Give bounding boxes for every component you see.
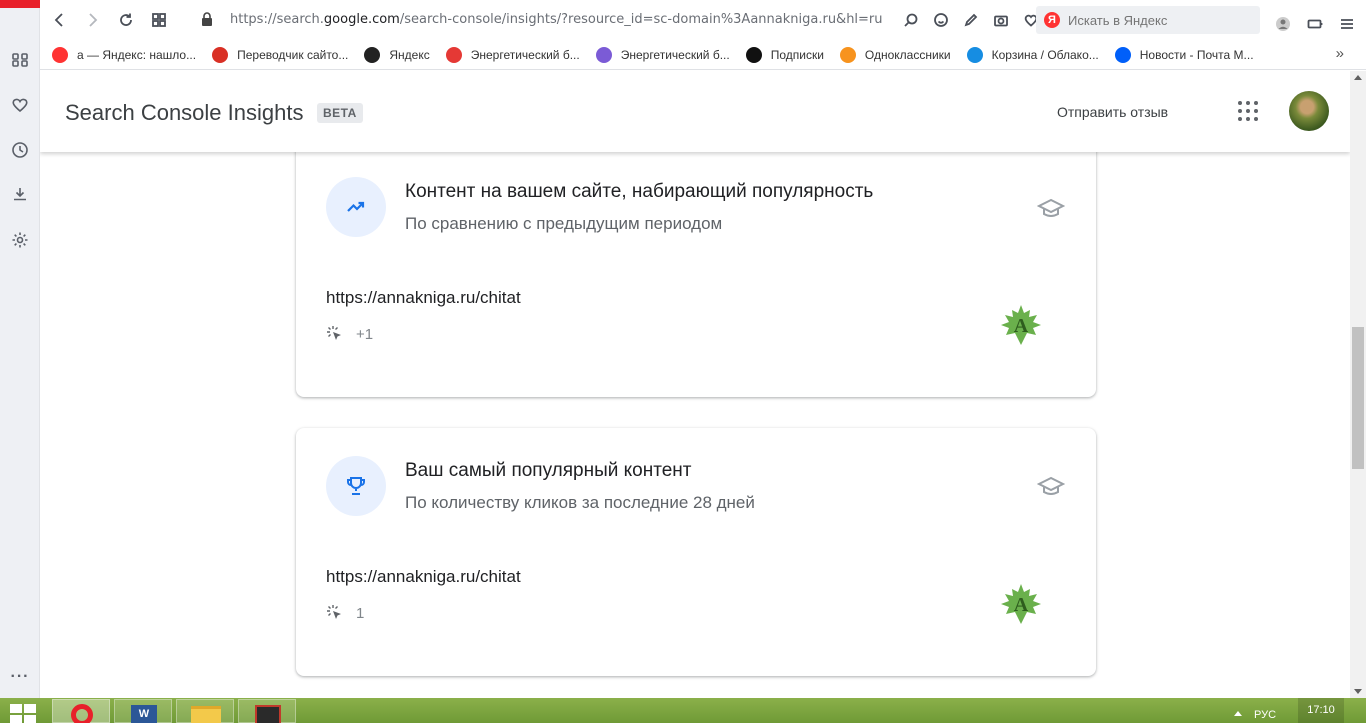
download-icon[interactable] [8, 182, 32, 206]
trending-up-icon [326, 177, 386, 237]
edit-icon[interactable] [958, 8, 984, 32]
bookmark-item[interactable]: а — Яндекс: нашло... [52, 46, 197, 63]
bookmark-item[interactable]: Новости - Почта М... [1114, 46, 1254, 63]
bookmark-item[interactable]: Переводчик сайто... [212, 46, 349, 63]
profile-icon[interactable] [1270, 8, 1296, 40]
yandex-icon: Я [1044, 12, 1060, 28]
bookmarks-bar: а — Яндекс: нашло... Переводчик сайто... Я… [40, 40, 1366, 70]
yandex-search-input[interactable] [1068, 12, 1248, 28]
bookmark-item[interactable]: Энергетический б... [445, 46, 580, 63]
yandex-browser-icon [364, 46, 381, 63]
beta-badge: BETA [317, 103, 363, 123]
globe-icon [595, 46, 612, 63]
site-favicon-leaf: A [1001, 584, 1041, 624]
settings-icon[interactable] [8, 228, 32, 252]
bookmark-label: Яндекс [389, 47, 430, 62]
page-scrollbar[interactable] [1350, 71, 1366, 698]
emoji-icon[interactable] [928, 8, 954, 32]
more-icon[interactable]: ··· [8, 668, 32, 686]
scroll-down-icon[interactable] [1354, 689, 1362, 694]
content-link[interactable]: https://annakniga.ru/chitat [326, 288, 521, 308]
graduation-cap-icon[interactable] [1037, 475, 1065, 497]
bookmark-item[interactable]: Энергетический б... [595, 46, 730, 63]
scroll-thumb[interactable] [1352, 327, 1364, 469]
trending-content-card: Контент на вашем сайте, набирающий попул… [296, 131, 1096, 397]
forward-icon[interactable] [76, 4, 108, 36]
click-icon [327, 326, 341, 340]
bookmark-item[interactable]: Яндекс [364, 46, 430, 63]
taskbar-word-icon[interactable]: W [114, 699, 172, 723]
clicks-value: +1 [356, 325, 374, 343]
windows-taskbar: W РУС 17:10 [0, 698, 1366, 723]
card-subtitle: По сравнению с предыдущим периодом [405, 214, 723, 233]
speed-dial-icon[interactable] [8, 48, 32, 72]
battery-icon[interactable] [1302, 8, 1328, 40]
cloud-icon [966, 46, 983, 63]
bookmark-label: Энергетический б... [620, 47, 730, 62]
clicks-count: 1 [326, 604, 364, 622]
clock[interactable]: 17:10 [1298, 698, 1344, 723]
yandex-search[interactable]: Я [1036, 6, 1260, 34]
windows-start-icon[interactable] [10, 704, 36, 723]
camera-icon[interactable] [988, 8, 1014, 32]
easy-setup-icon[interactable] [1334, 8, 1360, 40]
map-pin-icon [445, 46, 462, 63]
trophy-icon [326, 456, 386, 516]
clicks-value: 1 [356, 604, 365, 622]
back-icon[interactable] [44, 4, 76, 36]
bookmarks-overflow-icon[interactable]: » [1336, 45, 1344, 62]
opera-sidebar: ··· [0, 0, 40, 698]
svg-text:A: A [1014, 315, 1029, 337]
taskbar-app-icon[interactable] [238, 699, 296, 723]
page-title: Search Console Insights [65, 100, 304, 125]
tray-expand-icon[interactable] [1234, 711, 1242, 716]
page-content: Search Console Insights BETA Отправить о… [40, 71, 1350, 698]
taskbar-opera-icon[interactable] [52, 699, 110, 723]
apps-grid-icon[interactable] [1238, 101, 1258, 121]
lock-icon [202, 12, 212, 26]
click-icon [327, 605, 341, 619]
bookmark-label: Подписки [770, 47, 824, 62]
avatar[interactable] [1289, 91, 1329, 131]
bookmark-label: Новости - Почта М... [1139, 47, 1254, 62]
content-link[interactable]: https://annakniga.ru/chitat [326, 567, 521, 587]
bookmark-item[interactable]: Корзина / Облако... [966, 46, 1099, 63]
bookmark-label: а — Яндекс: нашло... [77, 47, 197, 62]
opera-logo[interactable] [0, 0, 40, 8]
site-favicon-leaf: A [1001, 305, 1041, 345]
bookmark-item[interactable]: Одноклассники [839, 46, 951, 63]
yandex-icon [52, 46, 68, 63]
history-icon[interactable] [8, 138, 32, 162]
scroll-up-icon[interactable] [1354, 75, 1362, 80]
address-bar[interactable]: https://search.google.com/search-console… [230, 12, 883, 27]
bookmark-label: Корзина / Облако... [991, 47, 1099, 62]
tabs-grid-icon[interactable] [143, 4, 175, 36]
bookmark-item[interactable]: Подписки [745, 46, 824, 63]
reload-icon[interactable] [110, 4, 142, 36]
heart-icon[interactable] [8, 93, 32, 117]
card-title: Ваш самый популярный контент [405, 460, 692, 481]
taskbar-explorer-icon[interactable] [176, 699, 234, 723]
card-subtitle: По количеству кликов за последние 28 дне… [405, 493, 755, 512]
feedback-button[interactable]: Отправить отзыв [1057, 104, 1168, 120]
clicks-count: +1 [326, 325, 373, 343]
svg-text:A: A [1014, 594, 1029, 616]
app-header: Search Console Insights BETA Отправить о… [40, 71, 1350, 152]
plus-icon [745, 46, 762, 63]
graduation-cap-icon[interactable] [1037, 197, 1065, 219]
bookmark-label: Переводчик сайто... [237, 47, 349, 62]
language-indicator[interactable]: РУС [1254, 709, 1276, 721]
translator-icon [212, 46, 229, 63]
card-title: Контент на вашем сайте, набирающий попул… [405, 181, 874, 202]
top-content-card: Ваш самый популярный контент По количест… [296, 428, 1096, 676]
browser-toolbar: https://search.google.com/search-console… [40, 0, 1366, 40]
bookmark-label: Энергетический б... [470, 47, 580, 62]
mail-icon [1114, 46, 1131, 63]
ok-icon [839, 46, 856, 63]
bookmark-label: Одноклассники [864, 47, 951, 62]
zoom-icon[interactable] [898, 8, 924, 32]
